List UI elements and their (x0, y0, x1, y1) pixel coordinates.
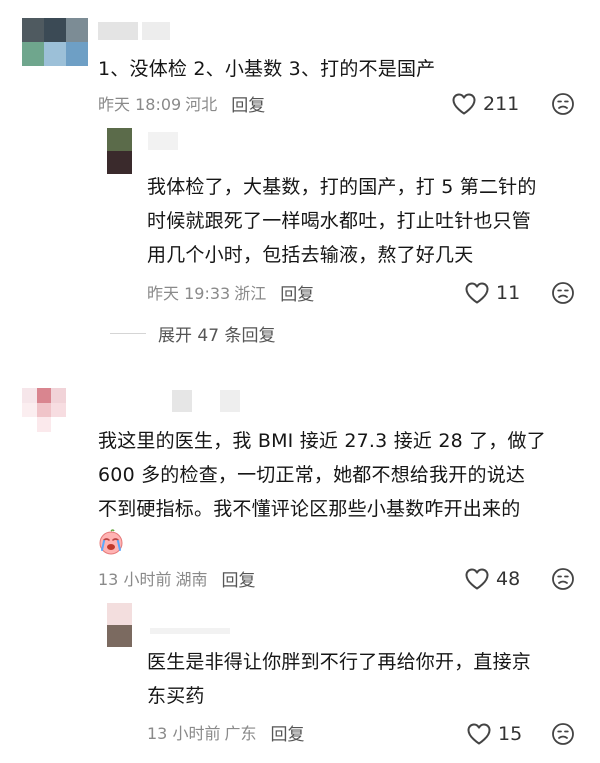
comment-text: 我这里的医生，我 BMI 接近 27.3 接近 28 了，做了 600 多的检查… (98, 430, 546, 520)
reply-meta: 昨天 19:33 浙江 回复 (147, 280, 314, 305)
expand-replies-label: 展开 47 条回复 (158, 325, 276, 346)
reply-user-name-blurred[interactable] (150, 628, 230, 634)
reply-location: 浙江 (234, 284, 267, 303)
like-button[interactable]: 15 (466, 721, 522, 747)
like-count: 48 (496, 568, 521, 590)
frown-face-icon (552, 282, 574, 304)
heart-outline-icon (465, 568, 489, 590)
reply-text: 医生是非得让你胖到不行了再给你开，直接京 东买药 (147, 651, 532, 707)
reply-meta: 13 小时前 广东 回复 (147, 720, 304, 745)
reply-button[interactable]: 回复 (280, 280, 314, 305)
reply-time: 13 小时前 (147, 724, 221, 743)
comment-meta: 13 小时前 湖南 回复 (98, 566, 255, 591)
user-name-blurred[interactable] (172, 390, 240, 412)
reply-button[interactable]: 回复 (221, 566, 255, 591)
reply-button[interactable]: 回复 (270, 720, 304, 745)
heart-outline-icon (465, 282, 489, 304)
dislike-button[interactable] (551, 281, 575, 305)
user-name-blurred[interactable] (98, 22, 170, 40)
comment-meta: 昨天 18:09 河北 回复 (98, 91, 265, 116)
avatar[interactable] (22, 388, 66, 432)
dislike-button[interactable] (551, 722, 575, 746)
like-count: 11 (496, 282, 521, 304)
comment-location: 湖南 (175, 570, 208, 589)
like-button[interactable]: 48 (464, 566, 520, 592)
reply-avatar[interactable] (107, 603, 132, 647)
like-count: 211 (483, 93, 520, 115)
comment-text: 1、没体检 2、小基数 3、打的不是国产 (98, 58, 436, 80)
heart-outline-icon (452, 93, 476, 115)
frown-face-icon (552, 93, 574, 115)
divider-line (110, 332, 146, 334)
like-button[interactable]: 11 (464, 280, 520, 306)
reply-location: 广东 (224, 724, 257, 743)
comment-time: 13 小时前 (98, 570, 172, 589)
like-button[interactable]: 211 (451, 91, 519, 117)
reply-user-name-blurred[interactable] (148, 132, 178, 150)
avatar[interactable] (22, 18, 88, 66)
reply-avatar[interactable] (107, 128, 132, 174)
comment-location: 河北 (185, 95, 218, 114)
crying-face-emoji (99, 529, 123, 555)
expand-replies-button[interactable]: 展开 47 条回复 (110, 320, 275, 346)
like-count: 15 (498, 723, 523, 745)
heart-outline-icon (467, 723, 491, 745)
dislike-button[interactable] (551, 92, 575, 116)
comment-time: 昨天 18:09 (98, 95, 182, 114)
frown-face-icon (552, 723, 574, 745)
frown-face-icon (552, 568, 574, 590)
reply-time: 昨天 19:33 (147, 284, 231, 303)
reply-text: 我体检了，大基数，打的国产，打 5 第二针的 时候就跟死了一样喝水都吐，打止吐针… (147, 176, 537, 266)
reply-button[interactable]: 回复 (231, 91, 265, 116)
dislike-button[interactable] (551, 567, 575, 591)
